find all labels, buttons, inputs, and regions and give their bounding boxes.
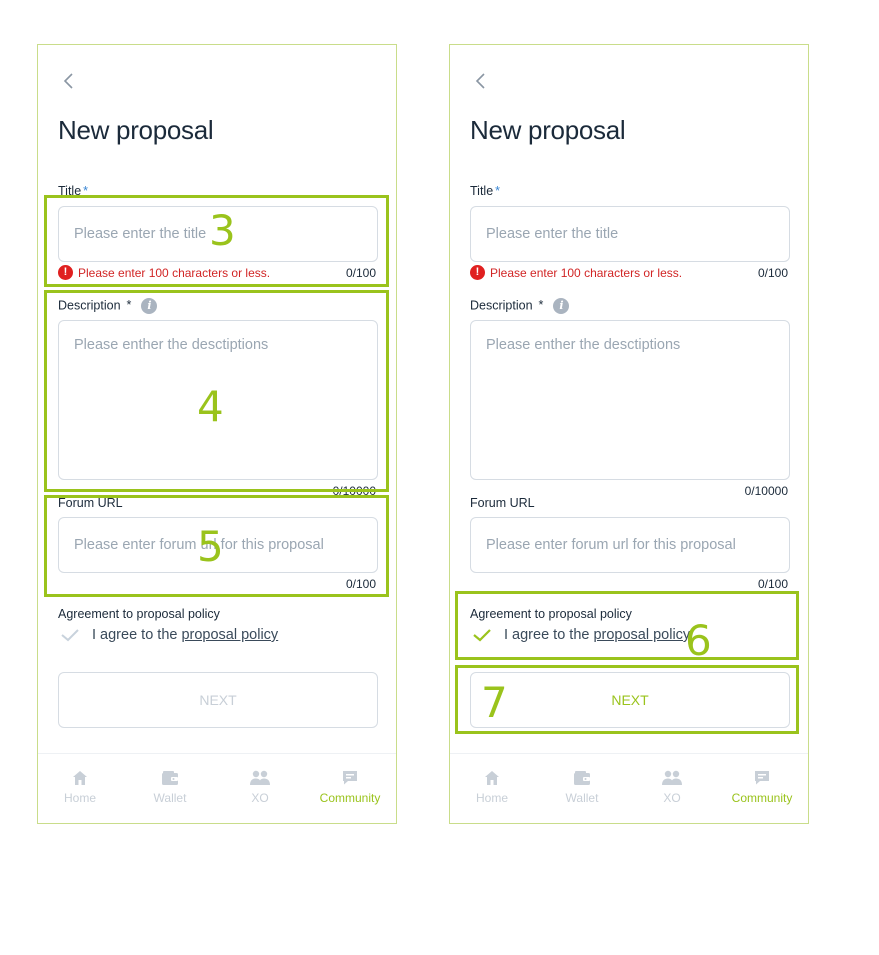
chevron-left-icon — [63, 73, 73, 89]
people-icon — [250, 770, 270, 785]
back-button[interactable] — [474, 71, 488, 91]
agree-text: I agree to the — [92, 627, 178, 643]
chat-icon — [755, 771, 769, 785]
nav-home[interactable]: Home — [45, 769, 115, 807]
forum-url-input[interactable]: Please enter forum url for this proposal — [470, 517, 790, 573]
agreement-label: Agreement to proposal policy — [58, 607, 220, 621]
home-icon — [485, 771, 499, 785]
title-counter: 0/100 — [757, 266, 788, 280]
wallet-icon — [574, 771, 590, 785]
annotation-number-5: 5 — [197, 522, 224, 571]
title-error: ! Please enter 100 characters or less. — [470, 265, 682, 280]
annotation-number-4: 4 — [197, 382, 224, 431]
nav-home[interactable]: Home — [457, 769, 527, 807]
bottom-nav: Home Wallet XO Community — [450, 769, 808, 809]
page-title: New proposal — [470, 115, 626, 145]
description-counter: 0/10000 — [744, 484, 788, 498]
nav-divider — [38, 753, 396, 754]
agreement-row: I agree to the proposal policy — [60, 627, 278, 643]
description-label: Description * i — [470, 298, 570, 314]
annotation-number-3: 3 — [209, 206, 236, 255]
page-title: New proposal — [58, 115, 214, 145]
title-label: Title * — [470, 184, 501, 198]
annotation-number-7: 7 — [481, 678, 508, 727]
back-button[interactable] — [62, 71, 76, 91]
proposal-policy-link[interactable]: proposal policy — [181, 627, 278, 643]
nav-wallet[interactable]: Wallet — [135, 769, 205, 807]
info-icon[interactable]: i — [553, 298, 570, 314]
forum-url-counter: 0/100 — [757, 577, 788, 591]
forum-url-label: Forum URL — [470, 496, 535, 510]
nav-community[interactable]: Community — [727, 769, 797, 807]
nav-xo[interactable]: XO — [225, 769, 295, 807]
checkmark-icon[interactable] — [60, 627, 80, 643]
nav-xo[interactable]: XO — [637, 769, 707, 807]
nav-community[interactable]: Community — [315, 769, 385, 807]
error-icon: ! — [470, 265, 485, 280]
annotation-box-agreement — [455, 591, 799, 660]
description-input[interactable]: Please enther the desctiptions — [470, 320, 790, 480]
annotation-number-6: 6 — [685, 616, 712, 665]
chevron-left-icon — [475, 73, 485, 89]
nav-divider — [450, 753, 808, 754]
people-icon — [662, 770, 682, 785]
next-button[interactable]: NEXT — [58, 672, 378, 728]
title-input[interactable]: Please enter the title — [470, 206, 790, 262]
nav-wallet[interactable]: Wallet — [547, 769, 617, 807]
chat-icon — [343, 771, 357, 785]
home-icon — [73, 771, 87, 785]
wallet-icon — [162, 771, 178, 785]
bottom-nav: Home Wallet XO Community — [38, 769, 396, 809]
